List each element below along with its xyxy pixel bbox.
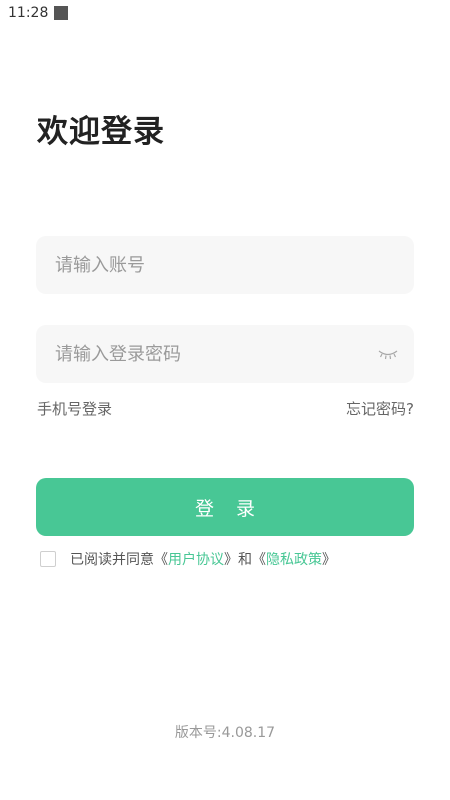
- privacy-policy-link[interactable]: 隐私政策: [266, 549, 322, 569]
- eye-closed-icon[interactable]: [378, 348, 398, 360]
- account-field[interactable]: [36, 236, 414, 294]
- agreement-and: 和: [238, 552, 252, 568]
- password-field[interactable]: [36, 325, 414, 383]
- user-agreement-link[interactable]: 用户协议: [168, 549, 224, 569]
- bracket-close-1: 》: [224, 552, 238, 568]
- agreement-prefix: 已阅读并同意: [70, 552, 154, 568]
- agreement-row: 已阅读并同意 《 用户协议 》 和 《 隐私政策 》: [40, 549, 336, 569]
- bracket-close-2: 》: [322, 552, 336, 568]
- bracket-open-2: 《: [252, 552, 266, 568]
- password-input[interactable]: [55, 325, 378, 383]
- notification-icon: [54, 6, 69, 20]
- forgot-password-link[interactable]: 忘记密码?: [346, 398, 414, 419]
- login-screen: 11:28 欢迎登录 手机号登录 忘记密码? 登 录 已阅读并同意 《 用户协议…: [0, 0, 450, 800]
- status-bar: 11:28: [0, 0, 450, 26]
- login-links: 手机号登录 忘记密码?: [37, 398, 414, 419]
- status-time: 11:28: [8, 5, 49, 21]
- agreement-checkbox[interactable]: [40, 551, 56, 567]
- login-button[interactable]: 登 录: [36, 478, 414, 536]
- version-label: 版本号:4.08.17: [174, 725, 276, 741]
- page-title: 欢迎登录: [37, 114, 165, 150]
- account-input[interactable]: [55, 236, 398, 294]
- phone-login-link[interactable]: 手机号登录: [37, 398, 112, 419]
- bracket-open-1: 《: [154, 552, 168, 568]
